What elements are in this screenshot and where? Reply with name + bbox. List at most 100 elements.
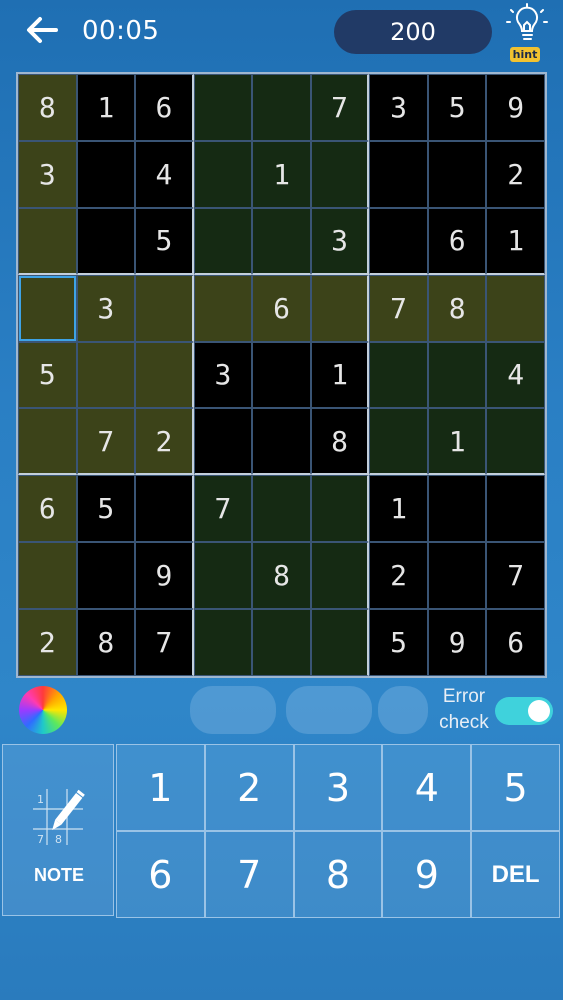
sudoku-cell[interactable]: 9	[486, 74, 545, 141]
number-key-5[interactable]: 5	[471, 744, 560, 831]
sudoku-cell[interactable]: 6	[135, 74, 194, 141]
sudoku-cell[interactable]: 3	[369, 74, 428, 141]
sudoku-cell[interactable]	[369, 207, 428, 275]
sudoku-cell[interactable]	[427, 542, 487, 610]
sudoku-cell[interactable]: 3	[193, 341, 253, 409]
sudoku-cell[interactable]: 7	[76, 408, 136, 476]
sudoku-cell[interactable]: 9	[135, 542, 194, 610]
back-button[interactable]	[22, 10, 62, 50]
sudoku-cell[interactable]	[76, 341, 136, 409]
redo-button[interactable]	[286, 686, 372, 734]
sudoku-cell[interactable]	[18, 274, 77, 342]
sudoku-cell[interactable]	[310, 542, 370, 610]
sudoku-cell[interactable]	[18, 542, 77, 610]
sudoku-cell[interactable]	[486, 475, 545, 543]
sudoku-cell[interactable]: 5	[427, 74, 487, 141]
sudoku-cell[interactable]: 2	[486, 140, 545, 208]
sudoku-cell[interactable]	[18, 207, 77, 275]
erase-button[interactable]	[378, 686, 428, 734]
sudoku-cell[interactable]: 8	[310, 408, 370, 476]
sudoku-cell[interactable]: 4	[486, 341, 545, 409]
sudoku-cell[interactable]: 7	[193, 475, 253, 543]
sudoku-cell[interactable]	[310, 140, 370, 208]
sudoku-cell[interactable]	[310, 274, 370, 342]
undo-button[interactable]	[190, 686, 276, 734]
sudoku-cell[interactable]	[135, 274, 194, 342]
sudoku-cell[interactable]	[135, 475, 194, 543]
sudoku-cell[interactable]	[486, 274, 545, 342]
number-key-6[interactable]: 6	[116, 831, 205, 918]
sudoku-cell[interactable]: 7	[369, 274, 428, 342]
sudoku-cell[interactable]: 1	[427, 408, 487, 476]
number-key-9[interactable]: 9	[382, 831, 472, 918]
sudoku-cell[interactable]: 6	[486, 609, 545, 676]
sudoku-cell[interactable]	[193, 408, 253, 476]
sudoku-cell[interactable]: 5	[369, 609, 428, 676]
sudoku-cell[interactable]: 8	[252, 542, 311, 610]
number-key-7[interactable]: 7	[204, 831, 294, 918]
error-check-toggle[interactable]	[495, 697, 553, 725]
sudoku-cell[interactable]	[310, 609, 370, 676]
sudoku-cell[interactable]	[252, 408, 311, 476]
sudoku-cell[interactable]: 8	[18, 74, 77, 141]
sudoku-cell[interactable]: 3	[18, 140, 77, 208]
sudoku-cell[interactable]	[135, 341, 194, 409]
sudoku-cell[interactable]: 4	[135, 140, 194, 208]
color-wheel-button[interactable]	[19, 686, 67, 734]
sudoku-cell[interactable]	[310, 475, 370, 543]
sudoku-cell[interactable]	[369, 408, 428, 476]
sudoku-cell[interactable]: 5	[135, 207, 194, 275]
number-key-4[interactable]: 4	[382, 744, 472, 831]
sudoku-cell[interactable]	[369, 341, 428, 409]
sudoku-cell[interactable]: 3	[310, 207, 370, 275]
note-button[interactable]: 1 7 8 NOTE	[2, 744, 114, 916]
number-key-3[interactable]: 3	[293, 744, 383, 831]
sudoku-cell[interactable]	[193, 542, 253, 610]
sudoku-cell[interactable]	[427, 475, 487, 543]
sudoku-cell[interactable]: 1	[486, 207, 545, 275]
sudoku-cell[interactable]: 8	[76, 609, 136, 676]
sudoku-cell[interactable]: 7	[310, 74, 370, 141]
sudoku-cell[interactable]: 2	[18, 609, 77, 676]
sudoku-cell[interactable]	[193, 140, 253, 208]
sudoku-cell[interactable]: 2	[369, 542, 428, 610]
sudoku-cell[interactable]	[193, 74, 253, 141]
sudoku-cell[interactable]: 1	[76, 74, 136, 141]
number-key-1[interactable]: 1	[116, 744, 205, 831]
sudoku-cell[interactable]: 5	[76, 475, 136, 543]
sudoku-cell[interactable]: 7	[135, 609, 194, 676]
sudoku-cell[interactable]	[369, 140, 428, 208]
sudoku-cell[interactable]: 6	[252, 274, 311, 342]
sudoku-cell[interactable]	[193, 609, 253, 676]
sudoku-cell[interactable]	[76, 542, 136, 610]
sudoku-cell[interactable]	[193, 207, 253, 275]
sudoku-cell[interactable]	[486, 408, 545, 476]
sudoku-cell[interactable]	[427, 341, 487, 409]
sudoku-cell[interactable]	[252, 609, 311, 676]
sudoku-cell[interactable]: 6	[427, 207, 487, 275]
sudoku-cell[interactable]: 9	[427, 609, 487, 676]
sudoku-cell[interactable]	[76, 207, 136, 275]
sudoku-cell[interactable]	[193, 274, 253, 342]
delete-key[interactable]: DEL	[471, 831, 560, 918]
number-keypad: 1 2 3 4 5 6 7 8 9 DEL	[116, 744, 560, 918]
sudoku-cell[interactable]: 1	[310, 341, 370, 409]
sudoku-cell[interactable]	[252, 207, 311, 275]
sudoku-cell[interactable]: 3	[76, 274, 136, 342]
number-key-2[interactable]: 2	[204, 744, 294, 831]
sudoku-cell[interactable]: 7	[486, 542, 545, 610]
sudoku-cell[interactable]	[18, 408, 77, 476]
sudoku-cell[interactable]: 5	[18, 341, 77, 409]
number-key-8[interactable]: 8	[293, 831, 383, 918]
lightbulb-icon	[506, 3, 548, 40]
sudoku-cell[interactable]: 6	[18, 475, 77, 543]
sudoku-cell[interactable]	[252, 341, 311, 409]
sudoku-cell[interactable]	[427, 140, 487, 208]
sudoku-cell[interactable]	[252, 475, 311, 543]
sudoku-cell[interactable]: 8	[427, 274, 487, 342]
sudoku-cell[interactable]	[252, 74, 311, 141]
sudoku-cell[interactable]: 1	[369, 475, 428, 543]
sudoku-cell[interactable]	[76, 140, 136, 208]
sudoku-cell[interactable]: 2	[135, 408, 194, 476]
sudoku-cell[interactable]: 1	[252, 140, 311, 208]
